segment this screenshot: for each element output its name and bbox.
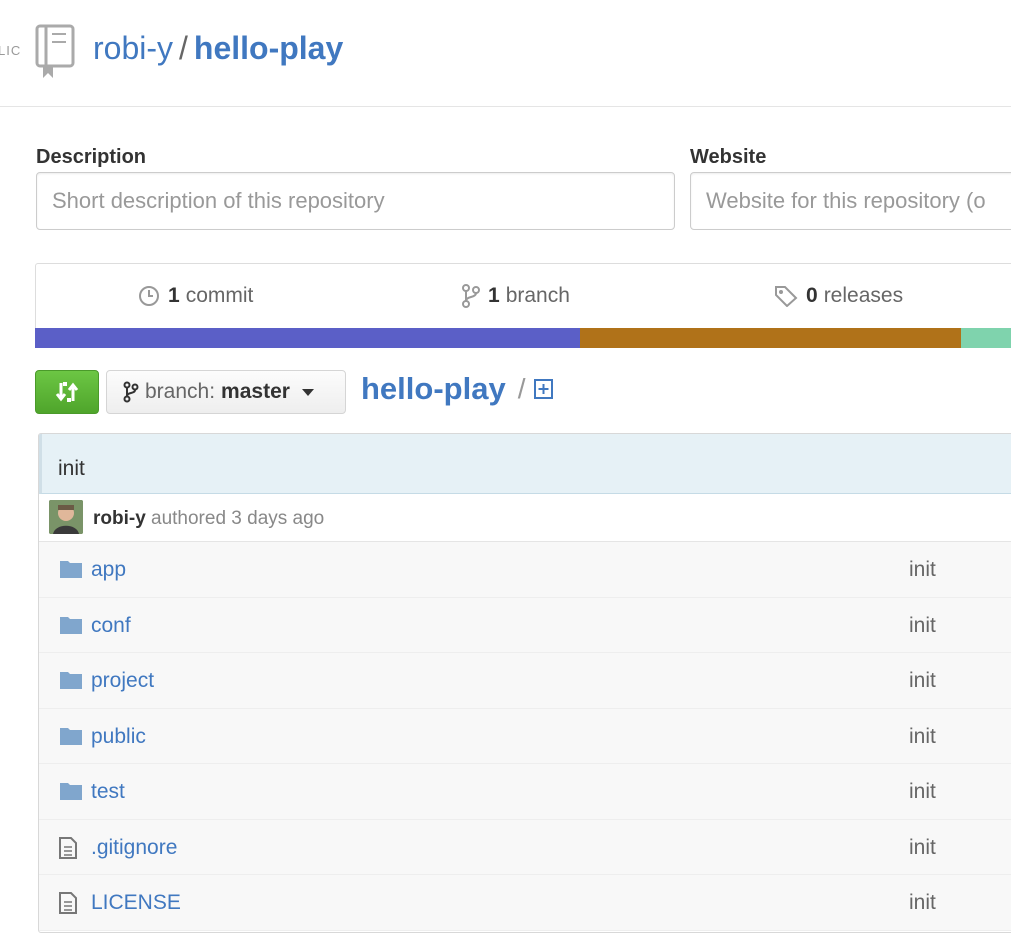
commit-time: authored 3 days ago <box>151 508 325 529</box>
branch-count: 1 <box>488 284 500 307</box>
visibility-label: LIC <box>0 43 22 58</box>
file-name-link[interactable]: .gitignore <box>91 836 177 860</box>
commit-count: 1 <box>168 284 180 307</box>
file-commit-message[interactable]: init <box>909 891 936 915</box>
website-label: Website <box>690 146 767 168</box>
title-separator: / <box>179 30 188 66</box>
new-file-icon[interactable] <box>533 378 555 400</box>
branch-prefix: branch: <box>145 380 216 403</box>
file-row: LICENSE init <box>39 875 1011 931</box>
releases-link[interactable]: 0 releases <box>774 284 903 308</box>
tag-icon <box>775 286 798 307</box>
release-count: 0 <box>806 284 818 307</box>
avatar[interactable] <box>49 500 83 534</box>
branches-link[interactable]: 1 branch <box>462 284 570 308</box>
file-text-icon <box>59 836 77 864</box>
file-name-link[interactable]: app <box>91 558 126 582</box>
language-segment[interactable] <box>960 328 1011 348</box>
folder-icon <box>59 781 83 806</box>
folder-icon <box>59 559 83 584</box>
branch-select[interactable]: branch: master <box>106 370 346 414</box>
commit-author[interactable]: robi-y <box>93 508 146 530</box>
folder-icon <box>59 670 83 695</box>
repo-title: robi-y / hello-play <box>93 30 343 67</box>
language-segment[interactable] <box>35 328 580 348</box>
file-commit-message[interactable]: init <box>909 669 936 693</box>
release-label: releases <box>823 284 904 307</box>
branch-label: branch <box>505 284 570 307</box>
file-row: .gitignore init <box>39 819 1011 875</box>
branch-name: master <box>221 380 290 403</box>
chevron-down-icon <box>301 388 314 396</box>
file-row: test init <box>39 764 1011 820</box>
file-name-link[interactable]: project <box>91 669 154 693</box>
repo-name-link[interactable]: hello-play <box>194 30 343 66</box>
breadcrumb-root[interactable]: hello-play <box>361 371 506 407</box>
file-commit-message[interactable]: init <box>909 725 936 749</box>
website-input[interactable] <box>690 172 1011 230</box>
commit-message[interactable]: init <box>58 457 85 481</box>
file-text-icon <box>59 892 77 919</box>
compare-icon <box>55 382 79 402</box>
file-row: app init <box>39 542 1011 598</box>
file-row: public init <box>39 708 1011 764</box>
commits-link[interactable]: 1 commit <box>138 284 253 308</box>
file-commit-message[interactable]: init <box>909 836 936 860</box>
file-list: app init conf init project init public init test… <box>39 542 1011 931</box>
file-name-link[interactable]: LICENSE <box>91 891 181 915</box>
commit-label: commit <box>185 284 254 307</box>
description-label: Description <box>36 146 147 168</box>
owner-link[interactable]: robi-y <box>93 30 173 66</box>
repo-book-icon <box>34 24 76 83</box>
folder-icon <box>59 615 83 640</box>
breadcrumb: hello-play / <box>361 371 555 407</box>
history-icon <box>139 286 159 306</box>
file-name-link[interactable]: test <box>91 780 125 804</box>
description-input[interactable] <box>36 172 675 230</box>
breadcrumb-separator: / <box>517 373 526 404</box>
branch-icon <box>462 284 480 308</box>
folder-icon <box>59 726 83 751</box>
branch-icon <box>123 381 139 403</box>
file-row: conf init <box>39 597 1011 653</box>
file-commit-message[interactable]: init <box>909 614 936 638</box>
language-segment[interactable] <box>579 328 961 348</box>
file-commit-message[interactable]: init <box>909 780 936 804</box>
language-bar[interactable] <box>35 328 1011 348</box>
file-commit-message[interactable]: init <box>909 558 936 582</box>
file-row: project init <box>39 653 1011 709</box>
commit-title-bar: init <box>39 434 1011 494</box>
repo-header: LIC robi-y / hello-play <box>0 0 1011 107</box>
compare-button[interactable] <box>35 370 99 414</box>
file-name-link[interactable]: public <box>91 725 146 749</box>
file-browser: init robi-y authored 3 days ago app init c… <box>38 433 1011 933</box>
commit-meta: robi-y authored 3 days ago <box>39 494 1011 542</box>
file-name-link[interactable]: conf <box>91 614 131 638</box>
